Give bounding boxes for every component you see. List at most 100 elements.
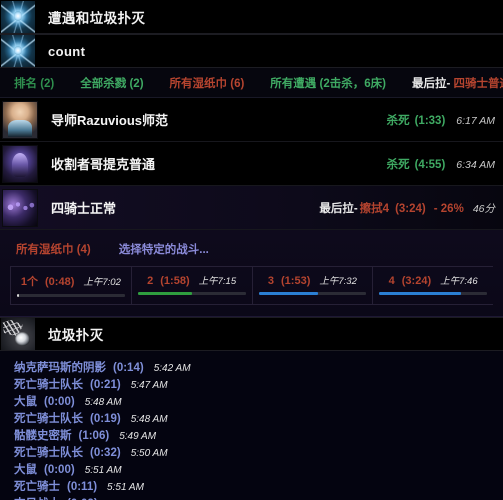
trash-duration: (0:32) — [90, 447, 121, 459]
encounter-result-badge: 杀死 — [386, 158, 410, 171]
wipe-index: 3 — [267, 275, 275, 287]
trash-name: 大鼠 — [14, 396, 37, 408]
boss-razuvious-portrait — [2, 100, 38, 139]
trash-name: 骷髅史密斯 — [14, 430, 72, 442]
wipe-start-time: 上午7:32 — [319, 276, 357, 287]
all-wipes-count: (4) — [76, 244, 91, 256]
nav-item-all-kills[interactable]: 全部杀戮 (2) — [80, 75, 143, 91]
encounter-wipe-name: 擦拭4 — [359, 202, 390, 215]
wipe-card[interactable]: 4 (3:24) 上午7:46 — [372, 267, 493, 304]
nav-item-last-pull[interactable]: 最后拉- 四骑士普通擦拭 (3:24) — [412, 75, 503, 91]
nav-item-all-encounters[interactable]: 所有遭遇 (2击杀，6床) — [270, 75, 386, 91]
wipe-progress-fill — [137, 292, 192, 295]
trash-name: 纳克萨玛斯的阴影 — [14, 362, 106, 374]
encounter-last-pull-label: 最后拉- — [319, 202, 358, 215]
boss-four-horsemen-portrait — [2, 188, 38, 227]
wipe-index: 4 — [388, 275, 395, 287]
list-item[interactable]: 末日战士 (0:09) 5:52 AM — [14, 496, 503, 500]
wipes-detail-panel: 所有湿纸巾 (4) 选择特定的战斗... 1个 (0:48) 上午7:02 2 — [0, 230, 503, 317]
wipe-index: 2 — [147, 275, 154, 287]
encounter-meta: 最后拉- 擦拭4 (3:24) - 26% 46分 — [319, 200, 495, 216]
encounter-row-four-horsemen[interactable]: 四骑士正常 最后拉- 擦拭4 (3:24) - 26% 46分 — [0, 186, 503, 230]
list-item[interactable]: 死亡骑士队长 (0:19) 5:48 AM — [14, 411, 503, 428]
wipe-duration: (1:58) — [160, 275, 190, 287]
wipe-progress-fill — [17, 294, 20, 297]
wipe-start-time: 上午7:46 — [440, 276, 478, 287]
trash-fight-list[interactable]: 纳克萨玛斯的阴影 (0:14) 5:42 AM 死亡骑士队长 (0:21) 5:… — [0, 351, 503, 500]
trash-name: 大鼠 — [14, 464, 37, 476]
trash-duration: (0:11) — [67, 481, 98, 493]
encounter-result-badge: 杀死 — [386, 114, 410, 127]
encounter-duration: (1:33) — [414, 114, 446, 127]
wipe-progress-fill — [258, 292, 318, 295]
nav-all-encounters-count: (2击杀，6床) — [319, 77, 386, 90]
wipe-card-labels: 1个 (0:48) 上午7:02 — [17, 273, 125, 289]
encounter-clock-time: 6:17 AM — [456, 114, 495, 127]
list-item[interactable]: 纳克萨玛斯的阴影 (0:14) 5:42 AM — [14, 360, 503, 377]
encounter-name: 四骑士正常 — [51, 201, 117, 216]
list-item[interactable]: 大鼠 (0:00) 5:51 AM — [14, 462, 503, 479]
combat-log-encounter-browser: 遭遇和垃圾扑灭 count 排名 (2) 全部杀戮 (2) 所有湿纸巾 (6) … — [0, 0, 503, 500]
boss-gothik-portrait — [2, 144, 38, 183]
list-item[interactable]: 死亡骑士队长 (0:32) 5:50 AM — [14, 445, 503, 462]
wipe-card[interactable]: 1个 (0:48) 上午7:02 — [10, 267, 131, 304]
wipe-card-labels: 4 (3:24) 上午7:46 — [379, 273, 487, 287]
trash-time: 5:42 AM — [153, 363, 191, 374]
trash-time: 5:48 AM — [130, 414, 168, 425]
wipe-card-list: 1个 (0:48) 上午7:02 2 (1:58) 上午7:15 3 (1:53… — [10, 266, 493, 305]
wipe-duration: (1:53) — [281, 275, 311, 287]
trash-duration: (0:14) — [113, 362, 144, 374]
section-header-trash[interactable]: 垃圾扑灭 — [0, 317, 503, 351]
encounter-meta: 杀死 (4:55) 6:34 AM — [387, 156, 495, 172]
list-item[interactable]: 死亡骑士队长 (0:21) 5:47 AM — [14, 377, 503, 394]
wipe-progress-bar — [379, 292, 487, 295]
list-item[interactable]: 骷髅史密斯 (1:06) 5:49 AM — [14, 428, 503, 445]
wipe-progress-bar — [137, 292, 246, 295]
nav-rank-count: (2) — [40, 77, 55, 90]
encounter-row-razuvious[interactable]: 导师Razuvious师范 杀死 (1:33) 6:17 AM — [0, 98, 503, 142]
trash-duration: (0:00) — [44, 396, 75, 408]
wipe-card-labels: 3 (1:53) 上午7:32 — [259, 273, 367, 287]
list-item[interactable]: 死亡骑士 (0:11) 5:51 AM — [14, 479, 503, 496]
trash-time: 5:51 AM — [107, 482, 144, 493]
nav-item-rank[interactable]: 排名 (2) — [14, 75, 54, 91]
wipe-index: 1个 — [20, 276, 39, 288]
trash-eye-icon — [1, 318, 35, 350]
nav-item-all-wipes[interactable]: 所有湿纸巾 (6) — [170, 75, 245, 91]
trash-name: 死亡骑士队长 — [14, 447, 83, 459]
encounter-meta: 杀死 (1:33) 6:17 AM — [387, 112, 495, 128]
section-header-encounters[interactable]: 遭遇和垃圾扑灭 — [0, 0, 503, 34]
nav-all-encounters-label: 所有遭遇 — [270, 77, 317, 90]
trash-duration: (0:09) — [67, 496, 98, 500]
wipe-card[interactable]: 3 (1:53) 上午7:32 — [251, 267, 373, 304]
trash-name: 死亡骑士队长 — [14, 379, 83, 391]
wipes-panel-header: 所有湿纸巾 (4) 选择特定的战斗... — [10, 238, 493, 266]
trash-time: 5:47 AM — [130, 380, 168, 391]
nav-all-kills-label: 全部杀戮 — [80, 77, 127, 90]
wipe-progress-bar — [17, 294, 125, 297]
encounter-clock-time: 6:34 AM — [456, 158, 495, 171]
trash-duration: (0:19) — [90, 413, 121, 425]
encounter-summary-navbar: 排名 (2) 全部杀戮 (2) 所有湿纸巾 (6) 所有遭遇 (2击杀，6床) … — [0, 68, 503, 98]
wipe-start-time: 上午7:02 — [83, 277, 121, 288]
all-wipes-link[interactable]: 所有湿纸巾 (4) — [16, 241, 91, 257]
wipe-card[interactable]: 2 (1:58) 上午7:15 — [130, 267, 252, 304]
select-specific-fight-link[interactable]: 选择特定的战斗... — [119, 241, 209, 257]
encounter-row-gothik[interactable]: 收割者哥提克普通 杀死 (4:55) 6:34 AM — [0, 142, 503, 186]
trash-name: 死亡骑士 — [14, 481, 60, 493]
trash-duration: (0:00) — [44, 464, 75, 476]
trash-duration: (0:21) — [90, 379, 121, 391]
nav-all-wipes-count: (6) — [230, 77, 245, 90]
section-header-count[interactable]: count — [0, 34, 503, 68]
wipe-progress-bar — [258, 292, 367, 295]
trash-time: 5:52 AM — [108, 496, 145, 500]
all-wipes-label: 所有湿纸巾 — [16, 244, 74, 256]
encounter-name: 导师Razuvious师范 — [51, 113, 169, 128]
wipe-progress-fill — [379, 292, 462, 295]
wipe-duration: (3:24) — [401, 275, 432, 287]
encounter-name: 收割者哥提克普通 — [51, 157, 156, 172]
list-item[interactable]: 大鼠 (0:00) 5:48 AM — [14, 394, 503, 411]
trash-name: 死亡骑士队长 — [14, 413, 83, 425]
nav-all-wipes-label: 所有湿纸巾 — [169, 77, 228, 90]
encounter-score: 46分 — [472, 202, 495, 215]
